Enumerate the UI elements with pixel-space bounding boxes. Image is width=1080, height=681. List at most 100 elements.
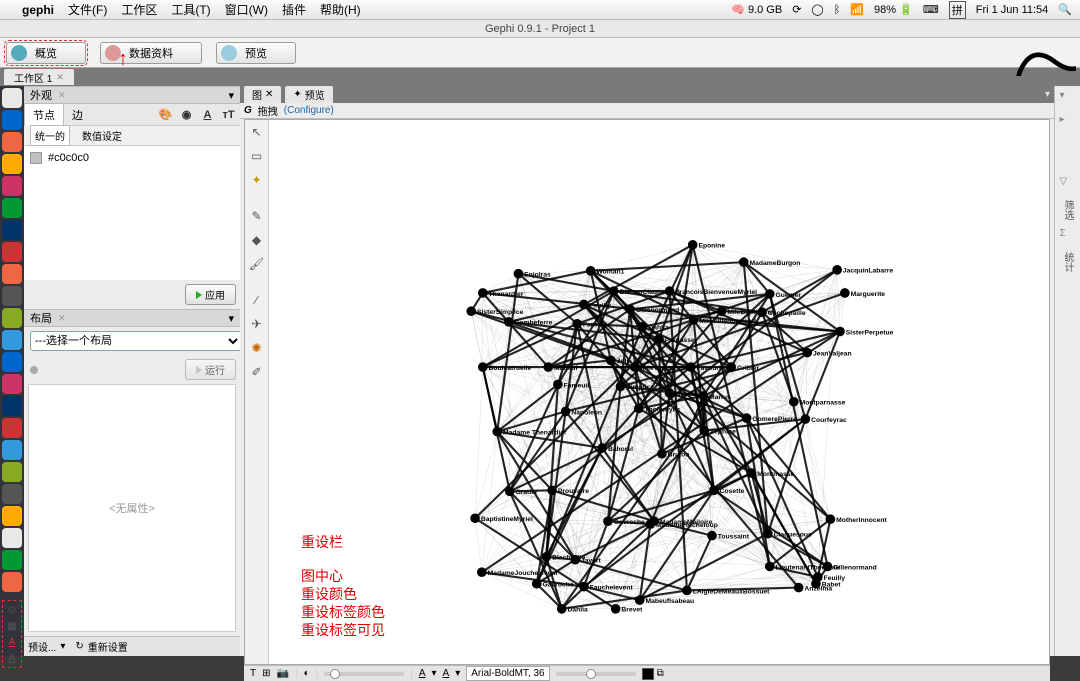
dock-item[interactable] — [2, 154, 22, 174]
dock-item[interactable] — [2, 462, 22, 482]
dock-item[interactable] — [2, 352, 22, 372]
label-color-icon[interactable]: A — [200, 107, 215, 122]
circle-icon[interactable]: ◯ — [811, 3, 823, 16]
subtab-ranking[interactable]: 数值设定 — [78, 126, 126, 145]
dock-item[interactable] — [2, 440, 22, 460]
dock-item[interactable] — [2, 418, 22, 438]
configure-link[interactable]: (Configure) — [284, 105, 334, 116]
dock-item[interactable] — [2, 286, 22, 306]
app-name[interactable]: gephi — [22, 3, 54, 17]
dock-item[interactable] — [2, 330, 22, 350]
dock-item[interactable] — [2, 528, 22, 548]
color-swatch[interactable] — [30, 152, 42, 164]
dock-item[interactable] — [2, 308, 22, 328]
tab-graph[interactable]: 图✕ — [244, 86, 281, 103]
color-row[interactable]: #c0c0c0 — [24, 146, 240, 170]
dock-item[interactable] — [2, 88, 22, 108]
spotlight-icon[interactable]: 🔍 — [1058, 3, 1072, 16]
run-layout-button[interactable]: 运行 — [185, 359, 236, 380]
magic-select-tool[interactable]: ✦ — [249, 172, 265, 188]
tab-preview[interactable]: ✦预览 — [285, 86, 332, 103]
apply-button[interactable]: 应用 — [185, 284, 236, 305]
close-icon[interactable]: ✕ — [56, 72, 64, 83]
screenshot-icon[interactable]: 📷 — [277, 668, 289, 679]
menu-icon[interactable]: ▾ — [228, 312, 234, 325]
font-a-icon[interactable]: A — [419, 668, 426, 679]
label-size-slider[interactable] — [556, 672, 636, 676]
edge-tool[interactable]: ∕ — [249, 292, 265, 308]
dock-item[interactable] — [2, 264, 22, 284]
shortest-path-tool[interactable]: ✈ — [249, 316, 265, 332]
dock-item[interactable] — [2, 374, 22, 394]
palette-icon[interactable]: 🎨 — [158, 107, 173, 122]
stats-icon[interactable]: Σ — [1060, 228, 1076, 244]
menu-icon[interactable]: ▾ — [1045, 89, 1050, 100]
reset-label-color-button[interactable]: A — [5, 635, 19, 649]
expand-icon[interactable]: ▸ — [1060, 114, 1076, 130]
subtab-unified[interactable]: 统一的 — [30, 125, 70, 146]
bg-color-icon[interactable]: ◐ — [304, 668, 310, 679]
tab-nodes[interactable]: 节点 — [24, 103, 64, 126]
filter-label[interactable]: 筛选 — [1060, 200, 1075, 220]
datalab-button[interactable]: 数据资料 — [100, 42, 202, 64]
edge-weight-slider[interactable] — [324, 672, 404, 676]
wifi-icon[interactable]: 📶 — [850, 3, 864, 16]
close-icon[interactable]: ✕ — [58, 90, 66, 101]
workspace-tab-1[interactable]: 工作区 1✕ — [4, 69, 74, 85]
dock-item[interactable] — [2, 550, 22, 570]
drag-tool[interactable]: 拖拽 — [258, 103, 278, 118]
appearance-panel-header[interactable]: 外观✕ ▾ — [24, 86, 240, 104]
keyboard-icon[interactable]: ⌨ — [923, 3, 939, 16]
font-a2-icon[interactable]: A — [443, 668, 450, 679]
rect-select-tool[interactable]: ▭ — [249, 148, 265, 164]
paint-tool[interactable]: 🖌 — [249, 256, 265, 272]
refresh-icon[interactable]: ↻ — [75, 641, 83, 652]
sync-icon[interactable]: ⟳ — [792, 3, 801, 16]
toggle-label-icon[interactable]: T — [250, 668, 256, 679]
attr-icon[interactable]: ⧉ — [657, 668, 664, 679]
menu-workspace[interactable]: 工作区 — [121, 1, 157, 18]
dock-item[interactable] — [2, 176, 22, 196]
tab-edges[interactable]: 边 — [64, 104, 91, 126]
reset-settings[interactable]: 重新设置 — [88, 639, 128, 654]
menu-icon[interactable]: ▾ — [1060, 90, 1076, 106]
pointer-tool[interactable]: ↖ — [249, 124, 265, 140]
preview-button[interactable]: 预览 — [216, 42, 296, 64]
close-icon[interactable]: ✕ — [58, 313, 66, 324]
dock-item[interactable] — [2, 484, 22, 504]
menu-window[interactable]: 窗口(W) — [225, 1, 268, 18]
layout-select[interactable]: ---选择一个布局 — [30, 331, 242, 351]
brush-tool[interactable]: ✎ — [249, 208, 265, 224]
menu-tools[interactable]: 工具(T) — [171, 1, 210, 18]
center-graph-button[interactable]: ⊙ — [5, 603, 19, 617]
menu-icon[interactable]: ▾ — [228, 89, 234, 102]
graph-canvas[interactable]: EponineMadameBurgonJacquinLabarreEnjolra… — [269, 120, 1049, 664]
toggle-edges-icon[interactable]: ⊞ — [262, 668, 270, 679]
dock-item[interactable] — [2, 396, 22, 416]
layout-panel-header[interactable]: 布局✕ ▾ — [24, 309, 240, 327]
dock-item[interactable] — [2, 198, 22, 218]
close-icon[interactable]: ✕ — [265, 89, 273, 100]
dock-item[interactable] — [2, 572, 22, 592]
ime-indicator[interactable]: 拼 — [949, 1, 966, 19]
font-name[interactable]: Arial-BoldMT, 36 — [466, 666, 549, 681]
menu-file[interactable]: 文件(F) — [68, 1, 107, 18]
heatmap-tool[interactable]: ✺ — [249, 340, 265, 356]
dock-item[interactable] — [2, 220, 22, 240]
dock-item[interactable] — [2, 132, 22, 152]
label-color-swatch[interactable] — [642, 668, 654, 680]
sizer-tool[interactable]: ◆ — [249, 232, 265, 248]
preset-label[interactable]: 预设... — [28, 639, 56, 654]
menu-help[interactable]: 帮助(H) — [320, 1, 361, 18]
size-icon[interactable]: ◉ — [179, 107, 194, 122]
overview-button[interactable]: 概览 — [6, 42, 86, 64]
menu-plugin[interactable]: 插件 — [282, 1, 306, 18]
pencil-tool[interactable]: ✐ — [249, 364, 265, 380]
reset-color-button[interactable]: ▦ — [5, 619, 19, 633]
dock-item[interactable] — [2, 110, 22, 130]
dock-item[interactable] — [2, 506, 22, 526]
dock-item[interactable] — [2, 242, 22, 262]
filter-icon[interactable]: ▽ — [1060, 176, 1076, 192]
reset-label-visible-button[interactable]: A — [5, 651, 19, 665]
bluetooth-icon[interactable]: ᛒ — [834, 4, 841, 16]
